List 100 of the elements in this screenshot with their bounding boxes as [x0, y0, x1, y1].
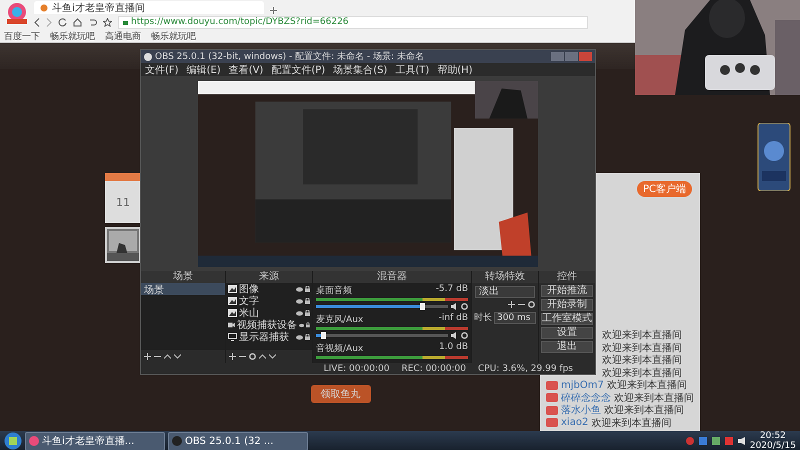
control-button[interactable]: 开始录制 [541, 299, 593, 311]
channel-reading: -inf dB [438, 313, 468, 325]
duration-label: 时长 [474, 312, 492, 324]
add-icon [229, 353, 236, 360]
source-item[interactable]: 显示器捕获 [239, 330, 294, 344]
emblem-drawing[interactable] [756, 123, 792, 191]
dock-title: 来源 [226, 271, 312, 283]
chat-message: 欢迎来到本直播间 [591, 416, 672, 430]
transition-select[interactable]: 淡出 [475, 286, 535, 298]
back-icon [34, 18, 40, 26]
clock-time: 20:52 [760, 431, 786, 441]
status-text: REC: 00:00:00 [401, 364, 466, 374]
chat-username[interactable]: mjbOm7 [561, 380, 604, 391]
image-icon [228, 285, 237, 293]
menu-item[interactable]: 工具(T) [395, 62, 430, 76]
settings-icon [528, 301, 535, 308]
star-icon [103, 18, 112, 26]
chat-message: 欢迎来到本直播间 [614, 392, 694, 404]
scene-item[interactable]: 场景 [141, 283, 225, 295]
chat-message: 欢迎来到本直播间 [606, 378, 687, 392]
settings-icon [461, 303, 468, 310]
menu-item[interactable]: 帮助(H) [437, 62, 473, 76]
monitor-icon [228, 333, 237, 341]
speaker-icon [451, 303, 458, 310]
control-button[interactable]: 设置 [541, 327, 593, 339]
status-text: CPU: 3.6%, 29.99 fps [478, 364, 573, 374]
chat-message: 欢迎来到本直播间 [602, 342, 682, 354]
dock-title: 场景 [141, 271, 225, 283]
new-tab-icon [270, 7, 277, 14]
settings-icon [461, 332, 468, 339]
volume-slider[interactable] [316, 334, 448, 337]
remove-icon [154, 353, 161, 360]
bookmark[interactable]: 畅乐就玩吧 [151, 30, 196, 42]
level-card: 11 [105, 173, 141, 223]
level-badge [546, 380, 558, 390]
bookmark[interactable]: 百度一下 [4, 30, 40, 42]
control-button[interactable]: 工作室模式 [541, 313, 593, 325]
menu-item[interactable]: 文件(F) [145, 62, 179, 76]
menu-item[interactable]: 查看(V) [228, 62, 264, 76]
chat-message: 欢迎来到本直播间 [602, 366, 682, 380]
source-item[interactable]: 米山 [239, 306, 294, 320]
app-icon [172, 436, 182, 446]
channel-reading: -5.7 dB [436, 284, 468, 296]
control-button[interactable]: 退出 [541, 341, 593, 353]
remove-icon [518, 301, 525, 308]
volume-icon [738, 437, 745, 445]
add-icon [508, 301, 515, 308]
image-icon [228, 309, 237, 317]
camera-icon [228, 321, 235, 329]
level-badge [546, 418, 558, 428]
fish-icon [40, 4, 48, 12]
up-icon [259, 354, 266, 359]
menu-item[interactable]: 编辑(E) [186, 62, 221, 76]
chat-message: 欢迎来到本直播间 [604, 404, 684, 418]
chat-message: 欢迎来到本直播间 [602, 328, 682, 342]
settings-icon [249, 353, 256, 360]
volume-slider[interactable] [316, 305, 448, 308]
channel-reading: 1.0 dB [438, 342, 468, 354]
taskbar-button[interactable]: OBS 25.0.1 (32 ... [168, 432, 308, 450]
chat-message: 欢迎来到本直播间 [602, 354, 682, 368]
dock-title: 转场特效 [472, 271, 538, 283]
status-text: LIVE: 00:00:00 [324, 364, 390, 374]
browser-tab[interactable]: 斗鱼i才老皇帝直播间 [34, 1, 264, 14]
chat-username[interactable]: 碎碎念念念 [561, 390, 611, 405]
home-icon [73, 18, 82, 26]
source-item[interactable]: 文字 [239, 294, 294, 308]
menu-item[interactable]: 配置文件(P) [271, 62, 326, 76]
level-badge [546, 406, 558, 415]
add-icon [144, 353, 151, 360]
chat-username[interactable]: 落水小鱼 [561, 403, 601, 418]
forward-icon [46, 18, 52, 26]
chat-username[interactable]: xiao2 [561, 417, 588, 428]
speaker-icon [451, 332, 458, 339]
channel-name: 音视频/Aux [316, 342, 364, 355]
remove-icon [239, 353, 246, 360]
reload-icon [58, 18, 67, 26]
source-item[interactable]: 视频捕获设备 [236, 318, 297, 332]
source-item[interactable]: 图像 [239, 283, 294, 296]
level-badge [546, 393, 558, 402]
down-icon [174, 354, 181, 359]
control-button[interactable]: 开始推流 [541, 285, 593, 297]
bookmark[interactable]: 畅乐就玩吧 [50, 30, 95, 42]
clock-date: 2020/5/15 [750, 441, 796, 450]
obs-logo [144, 52, 152, 60]
address-field[interactable]: https://www.douyu.com/topic/DYBZS?rid=66226 [118, 16, 588, 28]
channel-name: 桌面音频 [316, 284, 352, 297]
taskbar-button[interactable]: 斗鱼i才老皇帝直播... [25, 432, 165, 450]
down-icon [269, 354, 276, 359]
app-icon [29, 436, 39, 446]
channel-name: 麦克风/Aux [316, 314, 364, 326]
dock-title: 控件 [539, 271, 595, 283]
undo-icon [88, 18, 97, 26]
window-title: OBS 25.0.1 (32-bit, windows) - 配置文件: 未命名 - 场景: 未命名 [155, 50, 424, 63]
image-icon [228, 297, 237, 305]
up-icon [164, 354, 171, 359]
bookmark[interactable]: 高通电商 [105, 30, 141, 42]
menu-item[interactable]: 场景集合(S) [333, 62, 388, 76]
browser-logo [4, 2, 30, 24]
duration-field[interactable]: 300 ms [494, 312, 536, 324]
eye-icon [298, 322, 304, 328]
